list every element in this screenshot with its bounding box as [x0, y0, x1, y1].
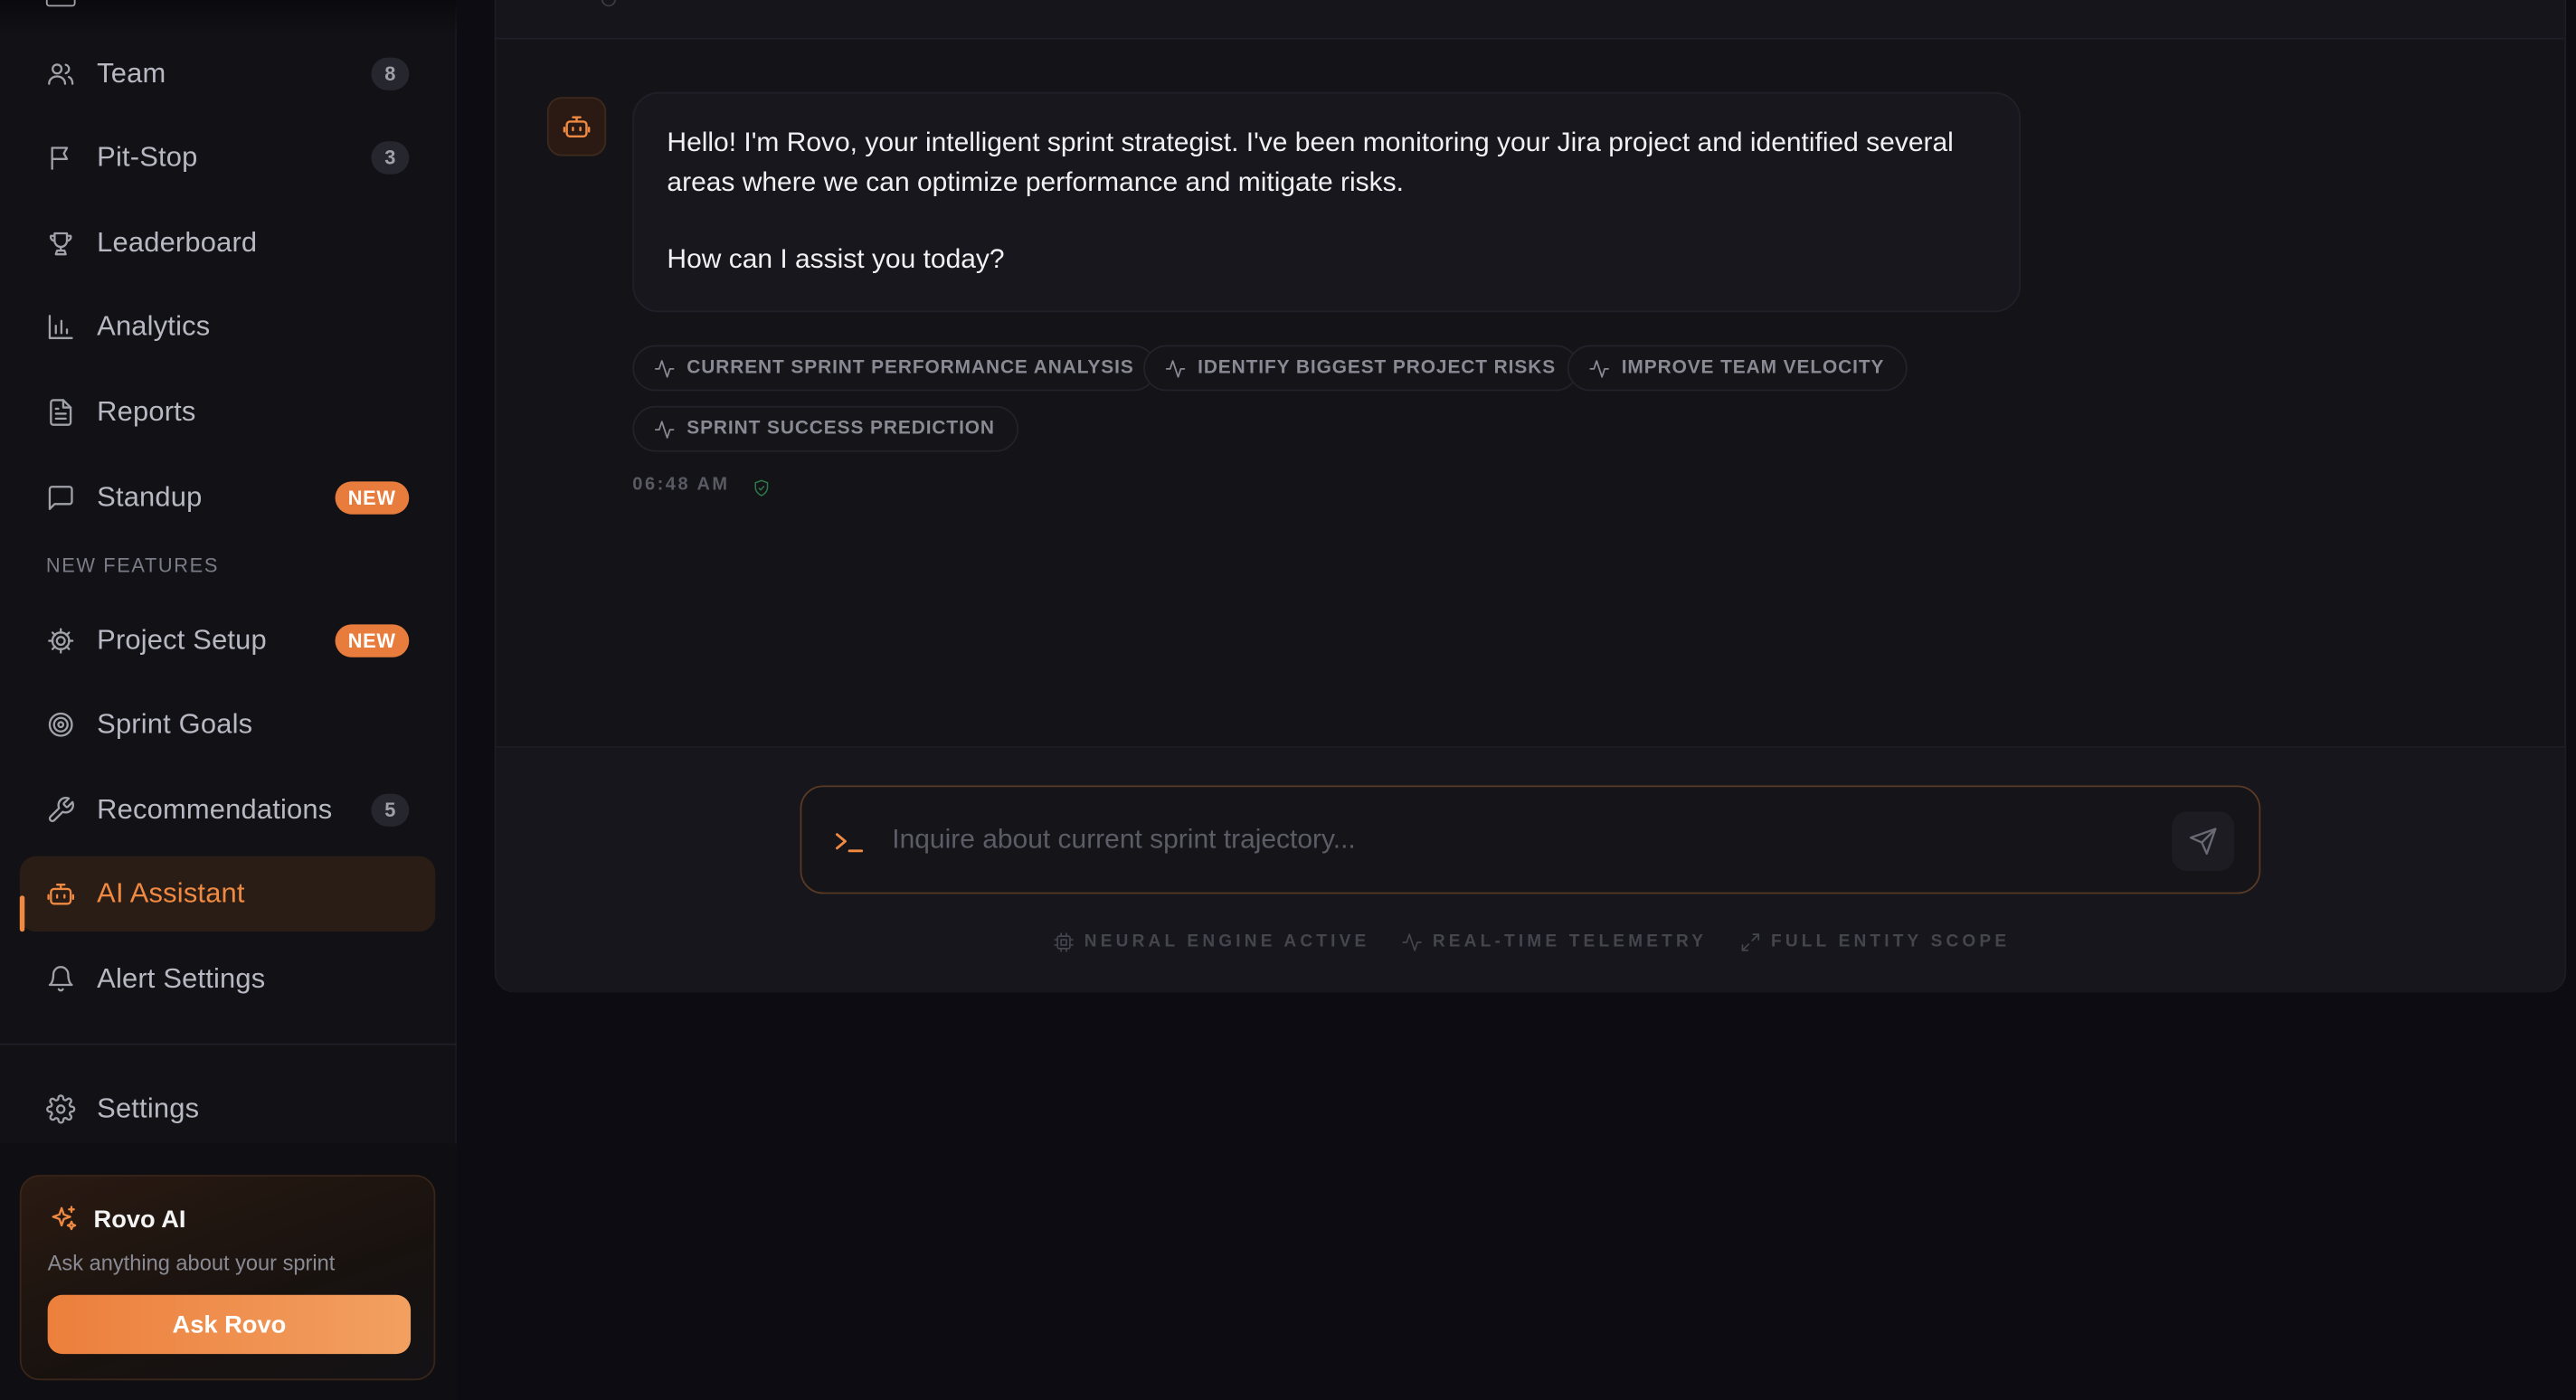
expand-icon: [1741, 932, 1759, 951]
active-indicator: [19, 895, 25, 932]
users-icon: [46, 59, 76, 89]
assistant-message: Hello! I'm Rovo, your intelligent sprint…: [632, 91, 2022, 313]
sidebar-item-team[interactable]: Team 8: [20, 36, 436, 112]
sidebar-item-label: Reports: [97, 395, 196, 428]
sidebar-item-ai-assistant[interactable]: AI Assistant: [19, 856, 436, 932]
divider: [0, 1043, 457, 1045]
activity-icon: [654, 359, 675, 377]
sidebar-item-alert-settings[interactable]: Alert Settings: [20, 941, 436, 1017]
status-dot-icon: [601, 0, 617, 7]
count-badge: 8: [371, 57, 410, 90]
new-badge: NEW: [335, 624, 410, 657]
suggestion-label: SPRINT SUCCESS PREDICTION: [687, 419, 995, 440]
sidebar-item-recommendations[interactable]: Recommendations 5: [20, 772, 436, 848]
gear-icon: [46, 1094, 76, 1124]
sidebar-item-label: Sprint Goals: [97, 708, 253, 740]
sidebar-item-leaderboard[interactable]: Leaderboard: [20, 205, 436, 281]
count-badge: 3: [371, 141, 410, 175]
gear-cog-icon: [46, 626, 76, 656]
status-telemetry: REAL-TIME TELEMETRY: [1401, 929, 1707, 955]
bot-icon: [46, 879, 76, 909]
bot-icon: [563, 116, 591, 138]
flag-icon: [46, 143, 76, 173]
rovo-card-subtitle: Ask anything about your sprint: [47, 1250, 336, 1275]
message-paragraph: How can I assist you today?: [667, 244, 1005, 275]
chat-input[interactable]: [892, 818, 2141, 862]
chat-header: [496, 0, 2565, 40]
sidebar-item-analytics[interactable]: Analytics: [20, 289, 436, 365]
assistant-avatar: [546, 97, 607, 156]
activity-icon: [1165, 359, 1186, 377]
message-paragraph: Hello! I'm Rovo, your intelligent sprint…: [667, 128, 1954, 197]
sidebar-item-label: Standup: [97, 481, 203, 513]
sidebar-item-reports[interactable]: Reports: [20, 374, 436, 450]
send-icon: [2189, 828, 2217, 856]
sidebar-item-label: Settings: [97, 1093, 200, 1124]
suggestion-chip[interactable]: SPRINT SUCCESS PREDICTION: [632, 405, 1018, 452]
sidebar-item-label: Pit-Stop: [97, 141, 198, 173]
sidebar-item-label: Leaderboard: [97, 226, 258, 259]
cpu-icon: [1054, 932, 1074, 951]
sidebar-item-pit-stop[interactable]: Pit-Stop 3: [20, 120, 436, 196]
target-icon: [46, 710, 76, 740]
sidebar-item-project-setup[interactable]: Project Setup NEW: [20, 603, 436, 679]
rovo-ai-card: Rovo AI Ask anything about your sprint A…: [19, 1175, 436, 1381]
suggestion-chip[interactable]: IMPROVE TEAM VELOCITY: [1567, 345, 1908, 392]
sidebar-item-label: Alert Settings: [97, 962, 266, 995]
sidebar-item-label: Analytics: [97, 310, 211, 342]
section-label-new-features: NEW FEATURES: [45, 553, 220, 577]
sparkles-icon: [49, 1205, 79, 1234]
count-badge: 5: [371, 793, 410, 827]
message-timestamp: 06:48 AM: [632, 475, 730, 495]
shield-check-icon: [753, 477, 771, 497]
bell-icon: [46, 965, 76, 995]
sidebar-item-label: AI Assistant: [97, 877, 245, 909]
sidebar-item-label: Team: [97, 57, 166, 90]
terminal-prompt-icon: [833, 827, 866, 856]
suggestion-chip[interactable]: IDENTIFY BIGGEST PROJECT RISKS: [1143, 345, 1579, 392]
grid-icon: [45, 0, 76, 7]
activity-icon: [1589, 359, 1609, 377]
message-square-icon: [46, 483, 76, 513]
trophy-icon: [46, 229, 76, 259]
sidebar-item-standup[interactable]: Standup NEW: [20, 460, 436, 536]
rovo-card-title: Rovo AI: [93, 1206, 186, 1234]
suggestion-label: IDENTIFY BIGGEST PROJECT RISKS: [1198, 358, 1557, 378]
status-entity-scope: FULL ENTITY SCOPE: [1739, 929, 2010, 955]
sidebar-item-label: Project Setup: [97, 624, 267, 656]
wrench-icon: [46, 795, 76, 825]
bar-chart-icon: [46, 312, 76, 342]
sidebar-item-sprint-goals[interactable]: Sprint Goals: [20, 686, 436, 762]
sidebar-item-settings[interactable]: Settings: [20, 1072, 436, 1148]
file-text-icon: [46, 398, 76, 428]
status-neural-engine: NEURAL ENGINE ACTIVE: [1053, 929, 1369, 955]
activity-icon: [1402, 932, 1422, 951]
suggestion-chip[interactable]: CURRENT SPRINT PERFORMANCE ANALYSIS: [632, 345, 1158, 392]
send-button[interactable]: [2172, 811, 2235, 871]
sidebar-item-label: Recommendations: [97, 793, 333, 826]
new-badge: NEW: [335, 481, 410, 515]
ask-rovo-button[interactable]: Ask Rovo: [47, 1294, 412, 1355]
activity-icon: [654, 420, 675, 438]
suggestion-label: CURRENT SPRINT PERFORMANCE ANALYSIS: [687, 358, 1134, 378]
sidebar: Team 8 Pit-Stop 3 Leaderboard Analytics: [0, 0, 457, 1400]
suggestion-label: IMPROVE TEAM VELOCITY: [1621, 358, 1885, 378]
